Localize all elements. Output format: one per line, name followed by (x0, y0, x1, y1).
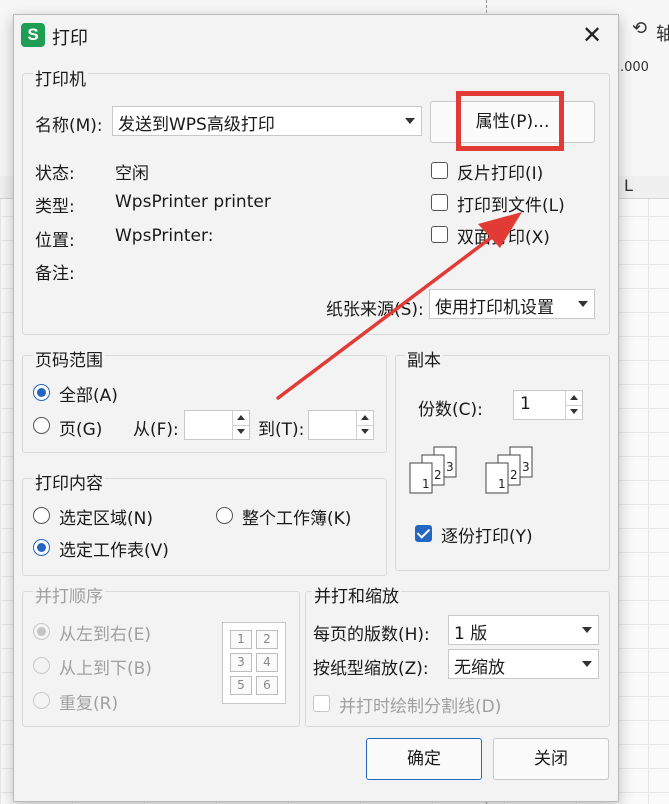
annotation-arrow-icon (276, 212, 522, 400)
